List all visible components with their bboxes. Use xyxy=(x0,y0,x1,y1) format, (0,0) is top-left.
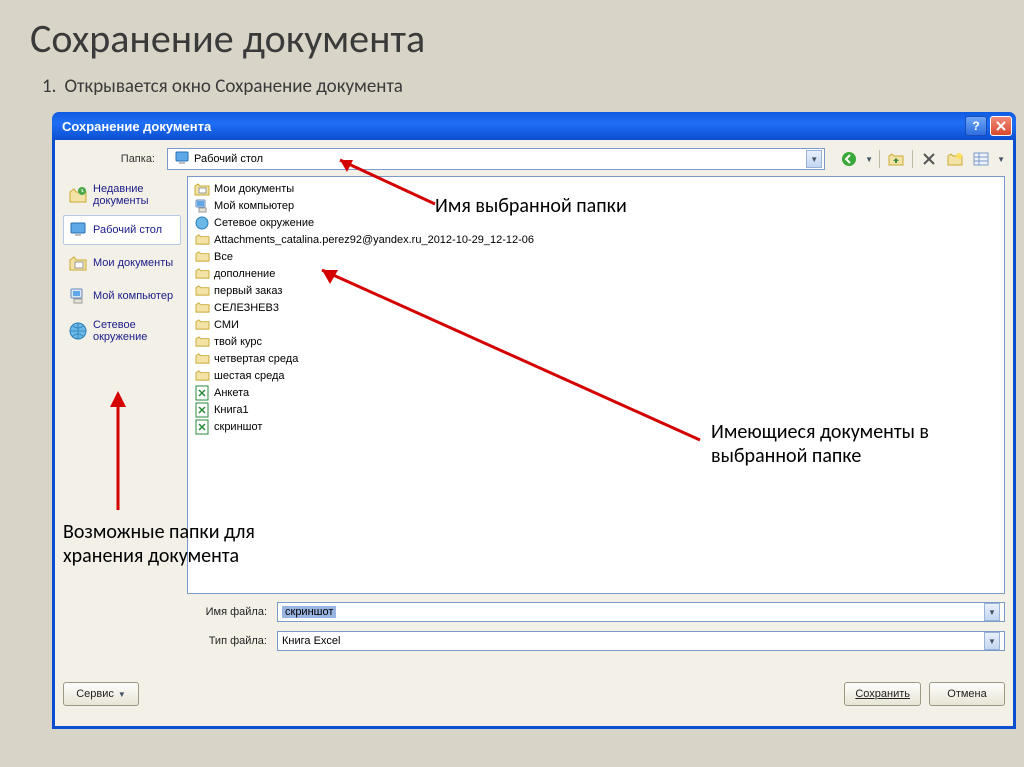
list-item-label: СЕЛЕЗНЕВ3 xyxy=(214,302,279,314)
place-desktop[interactable]: Рабочий стол xyxy=(63,215,181,245)
place-label: Недавние документы xyxy=(93,183,176,207)
folder-icon xyxy=(194,351,210,367)
list-item[interactable]: первый заказ xyxy=(194,282,998,299)
filetype-input[interactable]: Книга Excel ▼ xyxy=(277,631,1005,651)
back-icon[interactable] xyxy=(839,149,859,169)
desktop-icon xyxy=(68,220,88,240)
folder-icon xyxy=(194,317,210,333)
list-item[interactable]: Все xyxy=(194,248,998,265)
slide-title: Сохранение документа xyxy=(30,14,994,63)
filetype-value: Книга Excel xyxy=(282,635,340,647)
service-button[interactable]: Сервис▼ xyxy=(63,682,139,706)
excel-icon xyxy=(194,402,210,418)
list-item-label: Мой компьютер xyxy=(214,200,294,212)
up-folder-icon[interactable] xyxy=(886,149,906,169)
folder-icon xyxy=(194,232,210,248)
list-item-label: СМИ xyxy=(214,319,239,331)
filetype-label: Тип файла: xyxy=(63,635,277,647)
list-item-label: дополнение xyxy=(214,268,275,280)
place-recent[interactable]: Недавние документы xyxy=(63,178,181,212)
list-item[interactable]: твой курс xyxy=(194,333,998,350)
folder-icon xyxy=(194,368,210,384)
filename-dropdown-arrow[interactable]: ▼ xyxy=(984,603,1000,621)
mydocs-icon xyxy=(68,253,88,273)
filename-value: скриншот xyxy=(282,606,336,618)
save-dialog: Сохранение документа ? Папка: Рабочий ст… xyxy=(52,112,1016,729)
place-mycomputer[interactable]: Мой компьютер xyxy=(63,281,181,311)
bullet-row: 1. Открывается окно Сохранение документа xyxy=(42,75,994,98)
list-item[interactable]: СЕЛЕЗНЕВ3 xyxy=(194,299,998,316)
annotation-folder-name: Имя выбранной папки xyxy=(435,194,627,218)
annotation-existing-docs: Имеющиеся документы в выбранной папке xyxy=(711,420,981,468)
folder-icon xyxy=(194,249,210,265)
list-item-label: четвертая среда xyxy=(214,353,298,365)
bullet-text: Открывается окно Сохранение документа xyxy=(64,75,402,98)
computer-icon xyxy=(68,286,88,306)
folder-label: Папка: xyxy=(63,153,159,165)
desktop-icon xyxy=(174,150,190,169)
network-icon xyxy=(194,215,210,231)
list-item-label: Attachments_catalina.perez92@yandex.ru_2… xyxy=(214,234,534,246)
place-network[interactable]: Сетевое окружение xyxy=(63,314,181,348)
folder-icon xyxy=(194,266,210,282)
folder-combo-value: Рабочий стол xyxy=(194,153,806,165)
computer-icon xyxy=(194,198,210,214)
list-item-label: Сетевое окружение xyxy=(214,217,314,229)
list-item-label: первый заказ xyxy=(214,285,282,297)
excel-icon xyxy=(194,419,210,435)
list-item[interactable]: Анкета xyxy=(194,384,998,401)
list-item[interactable]: шестая среда xyxy=(194,367,998,384)
filename-input[interactable]: скриншот ▼ xyxy=(277,602,1005,622)
close-button[interactable] xyxy=(990,116,1012,136)
delete-icon[interactable] xyxy=(919,149,939,169)
excel-icon xyxy=(194,385,210,401)
list-item-label: скриншот xyxy=(214,421,262,433)
annotation-possible-folders: Возможные папки для хранения документа xyxy=(63,520,255,568)
views-icon[interactable] xyxy=(971,149,991,169)
list-item[interactable]: четвертая среда xyxy=(194,350,998,367)
folder-icon xyxy=(194,300,210,316)
place-label: Рабочий стол xyxy=(93,224,176,236)
list-item-label: Анкета xyxy=(214,387,249,399)
place-label: Мой компьютер xyxy=(93,290,176,302)
folder-dropdown-arrow[interactable]: ▼ xyxy=(806,150,822,168)
filetype-dropdown-arrow[interactable]: ▼ xyxy=(984,632,1000,650)
list-item[interactable]: СМИ xyxy=(194,316,998,333)
list-item[interactable]: Attachments_catalina.perez92@yandex.ru_2… xyxy=(194,231,998,248)
help-button[interactable]: ? xyxy=(965,116,987,136)
place-label: Сетевое окружение xyxy=(93,319,176,343)
cancel-button[interactable]: Отмена xyxy=(929,682,1005,706)
list-item[interactable]: дополнение xyxy=(194,265,998,282)
list-item[interactable]: Книга1 xyxy=(194,401,998,418)
toolbar: ▼ ▼ xyxy=(833,149,1005,169)
list-item-label: твой курс xyxy=(214,336,262,348)
place-mydocs[interactable]: Мои документы xyxy=(63,248,181,278)
list-item-label: Все xyxy=(214,251,233,263)
network-icon xyxy=(68,321,88,341)
new-folder-icon[interactable] xyxy=(945,149,965,169)
list-item-label: Мои документы xyxy=(214,183,294,195)
save-button[interactable]: Сохранить xyxy=(844,682,921,706)
filename-label: Имя файла: xyxy=(63,606,277,618)
place-label: Мои документы xyxy=(93,257,176,269)
history-icon xyxy=(68,185,88,205)
titlebar: Сохранение документа ? xyxy=(52,112,1016,140)
file-list[interactable]: Мои документы Мой компьютер Сетевое окру… xyxy=(187,176,1005,594)
mydocs-icon xyxy=(194,181,210,197)
bullet-number: 1. xyxy=(42,75,56,98)
window-title: Сохранение документа xyxy=(62,119,211,134)
folder-icon xyxy=(194,283,210,299)
folder-combo[interactable]: Рабочий стол ▼ xyxy=(167,148,825,170)
list-item-label: Книга1 xyxy=(214,404,249,416)
folder-icon xyxy=(194,334,210,350)
list-item-label: шестая среда xyxy=(214,370,285,382)
